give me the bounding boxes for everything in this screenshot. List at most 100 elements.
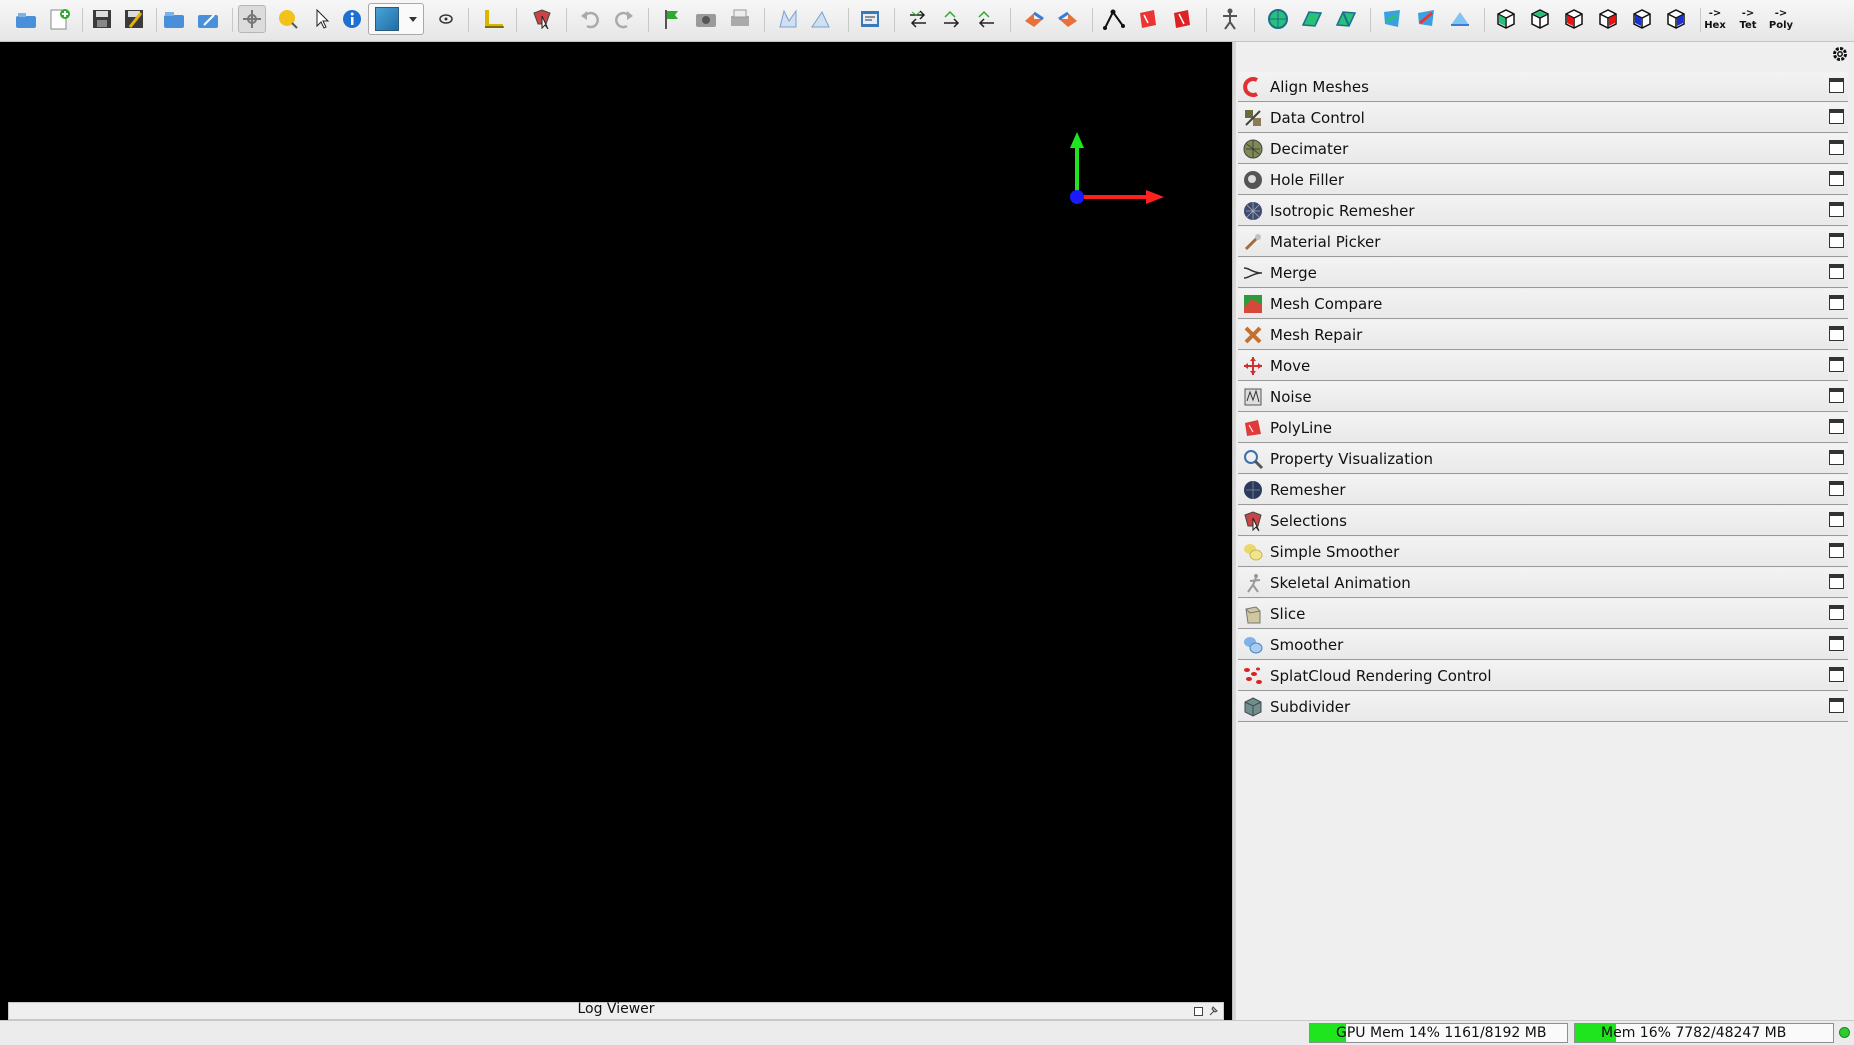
measure-ruler-icon[interactable] <box>480 5 508 33</box>
plugin-row-mesh-compare[interactable]: Mesh Compare <box>1238 289 1848 319</box>
info-icon[interactable] <box>338 5 366 33</box>
splatcloud-icon <box>1242 665 1264 687</box>
float-icon[interactable] <box>1194 1005 1205 1016</box>
plugin-row-slice[interactable]: Slice <box>1238 599 1848 629</box>
pin-icon[interactable] <box>1208 1005 1219 1016</box>
plugin-toggle-window-icon[interactable] <box>1829 326 1844 341</box>
cut-blue-icon[interactable] <box>1378 5 1406 33</box>
plugin-row-decimater[interactable]: Decimater <box>1238 134 1848 164</box>
plugin-toggle-window-icon[interactable] <box>1829 450 1844 465</box>
swap-icon[interactable] <box>904 5 932 33</box>
plugin-row-smoother[interactable]: Smoother <box>1238 630 1848 660</box>
load-settings-icon[interactable] <box>160 5 188 33</box>
plugin-row-mesh-repair[interactable]: Mesh Repair <box>1238 320 1848 350</box>
plugin-toggle-window-icon[interactable] <box>1829 481 1844 496</box>
plugin-row-hole-filler[interactable]: Hole Filler <box>1238 165 1848 195</box>
plugin-toggle-window-icon[interactable] <box>1829 574 1844 589</box>
cube-red-icon[interactable] <box>1560 5 1588 33</box>
plugin-toggle-window-icon[interactable] <box>1829 605 1844 620</box>
plugin-toggle-window-icon[interactable] <box>1829 140 1844 155</box>
stereo-eye-icon[interactable] <box>432 5 460 33</box>
arrow-icon: -> <box>1741 8 1755 19</box>
plugin-row-noise[interactable]: Noise <box>1238 382 1848 412</box>
plane-green-icon[interactable] <box>1298 5 1326 33</box>
backward-icon[interactable] <box>972 5 1000 33</box>
plugin-row-material-picker[interactable]: Material Picker <box>1238 227 1848 257</box>
mesh-icon[interactable] <box>774 5 802 33</box>
move-mode-icon[interactable] <box>238 5 266 33</box>
light-mode-icon[interactable] <box>274 5 302 33</box>
scripting-icon[interactable] <box>856 5 884 33</box>
polyline-vertex-icon[interactable] <box>1100 5 1128 33</box>
plugin-row-data-control[interactable]: Data Control <box>1238 103 1848 133</box>
3d-viewport[interactable] <box>0 42 1232 1002</box>
save-icon[interactable] <box>88 5 116 33</box>
cube-green2-icon[interactable] <box>1526 5 1554 33</box>
print-icon[interactable] <box>726 5 754 33</box>
cut-blue2-icon[interactable] <box>1412 5 1440 33</box>
draw-mode-combo[interactable] <box>368 3 424 35</box>
plugin-toggle-window-icon[interactable] <box>1829 171 1844 186</box>
flip-left-icon[interactable] <box>1020 5 1048 33</box>
convert-to-poly-button[interactable]: -> Poly <box>1766 6 1796 34</box>
plugin-row-simple-smoother[interactable]: Simple Smoother <box>1238 537 1848 567</box>
plugin-row-selections[interactable]: Selections <box>1238 506 1848 536</box>
plugin-row-polyline[interactable]: PolyLine <box>1238 413 1848 443</box>
plugin-row-subdivider[interactable]: Subdivider <box>1238 692 1848 722</box>
sphere-green-icon[interactable] <box>1264 5 1292 33</box>
cube-blue2-icon[interactable] <box>1662 5 1690 33</box>
load-object-icon[interactable] <box>12 5 40 33</box>
forward-icon[interactable] <box>938 5 966 33</box>
cube-green-icon[interactable] <box>1492 5 1520 33</box>
plugin-toggle-window-icon[interactable] <box>1829 667 1844 682</box>
plugin-row-skeletal-animation[interactable]: Skeletal Animation <box>1238 568 1848 598</box>
save-as-icon[interactable] <box>120 5 148 33</box>
plugin-label: Simple Smoother <box>1270 542 1400 561</box>
polyline-red2-icon[interactable] <box>1168 5 1196 33</box>
plugin-toggle-window-icon[interactable] <box>1829 233 1844 248</box>
undo-icon[interactable] <box>576 5 604 33</box>
plugin-row-property-visualization[interactable]: Property Visualization <box>1238 444 1848 474</box>
cube-red2-icon[interactable] <box>1594 5 1622 33</box>
gear-icon[interactable] <box>1830 44 1850 64</box>
convert-to-hex-button[interactable]: -> Hex <box>1700 6 1730 34</box>
flip-right-icon[interactable] <box>1054 5 1082 33</box>
snapshot-camera-icon[interactable] <box>692 5 720 33</box>
plugin-toggle-window-icon[interactable] <box>1829 512 1844 527</box>
plugin-toggle-window-icon[interactable] <box>1829 264 1844 279</box>
polyline-red-icon[interactable] <box>1134 5 1162 33</box>
plugin-row-merge[interactable]: Merge <box>1238 258 1848 288</box>
plugin-row-isotropic-remesher[interactable]: Isotropic Remesher <box>1238 196 1848 226</box>
plugin-toggle-window-icon[interactable] <box>1829 698 1844 713</box>
plugin-toggle-window-icon[interactable] <box>1829 636 1844 651</box>
plugin-row-align-meshes[interactable]: Align Meshes <box>1238 72 1848 102</box>
plugin-toggle-window-icon[interactable] <box>1829 357 1844 372</box>
plugin-toggle-window-icon[interactable] <box>1829 388 1844 403</box>
save-settings-icon[interactable] <box>194 5 222 33</box>
plugin-toggle-window-icon[interactable] <box>1829 419 1844 434</box>
convert-to-tet-button[interactable]: -> Tet <box>1733 6 1763 34</box>
add-empty-object-icon[interactable] <box>46 5 74 33</box>
plugin-row-move[interactable]: Move <box>1238 351 1848 381</box>
selection-cursor-icon[interactable] <box>528 5 556 33</box>
triangle-blue-icon[interactable] <box>1446 5 1474 33</box>
plugin-label: Remesher <box>1270 480 1346 499</box>
flag-icon[interactable] <box>658 5 686 33</box>
plugin-row-remesher[interactable]: Remesher <box>1238 475 1848 505</box>
redo-icon[interactable] <box>610 5 638 33</box>
plugin-toggle-window-icon[interactable] <box>1829 543 1844 558</box>
plugin-label: Slice <box>1270 604 1306 623</box>
plugin-toggle-window-icon[interactable] <box>1829 109 1844 124</box>
picking-cursor-icon[interactable] <box>308 5 336 33</box>
plugin-toggle-window-icon[interactable] <box>1829 78 1844 93</box>
skeleton-icon[interactable] <box>1216 5 1244 33</box>
triangle-icon[interactable] <box>806 5 834 33</box>
plane-green2-icon[interactable] <box>1332 5 1360 33</box>
plugin-row-splatcloud-rendering-control[interactable]: SplatCloud Rendering Control <box>1238 661 1848 691</box>
log-viewer-titlebar[interactable]: Log Viewer <box>8 1001 1224 1020</box>
plugin-toggle-window-icon[interactable] <box>1829 202 1844 217</box>
log-viewer-dock: Log Viewer <box>0 1001 1232 1020</box>
cube-blue-icon[interactable] <box>1628 5 1656 33</box>
plugin-toggle-window-icon[interactable] <box>1829 295 1844 310</box>
plugin-label: Material Picker <box>1270 232 1381 251</box>
